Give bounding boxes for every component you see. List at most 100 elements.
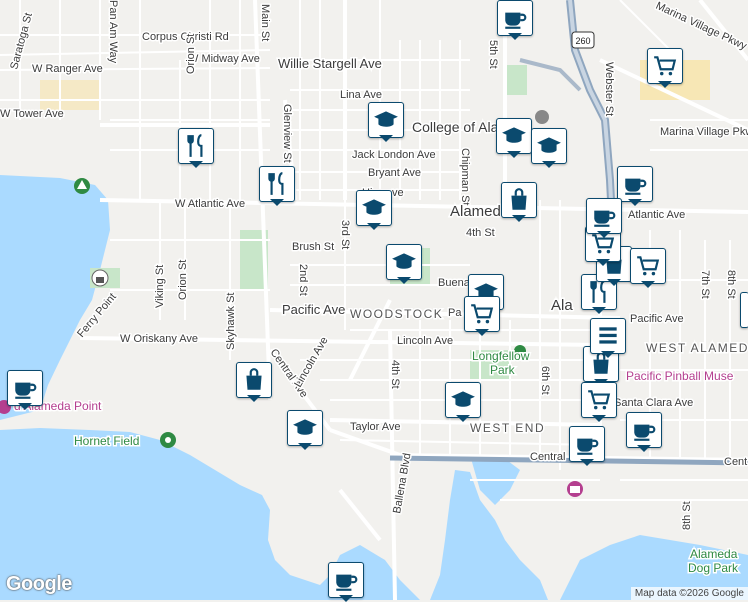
label-skyhawk: Skyhawk St — [225, 293, 237, 350]
school-marker[interactable] — [445, 382, 481, 422]
label-alameda2: Ala — [551, 297, 573, 314]
label-hornet-field: Hornet Field — [74, 434, 139, 448]
graduation-cap-icon — [293, 419, 317, 435]
label-atlantic-e: Atlantic Ave — [628, 209, 685, 221]
shopping-bag-icon — [246, 368, 262, 390]
coffee-cup-icon — [15, 382, 37, 399]
park-area-5 — [40, 80, 100, 110]
label-pacific-e: Pacific Ave — [630, 313, 684, 325]
label-tower: W Tower Ave — [0, 108, 64, 120]
school-marker[interactable] — [496, 118, 532, 158]
label-4th-top: 4th St — [466, 227, 495, 239]
label-stargell: Willie Stargell Ave — [278, 56, 382, 71]
label-santa-clara: Santa Clara Ave — [614, 397, 693, 409]
map-canvas[interactable]: 260 Corpus Christi Rd W Midway Ave Willi… — [0, 0, 748, 600]
label-lincoln-e: Lincoln Ave — [397, 335, 453, 347]
label-pinball: Pacific Pinball Muse — [626, 369, 734, 383]
grocery-cart-marker[interactable] — [581, 382, 617, 422]
cluster-marker[interactable] — [590, 318, 626, 358]
shopping-bag-marker[interactable] — [501, 182, 537, 222]
label-brush: Brush St — [292, 241, 334, 253]
label-west-end: WEST END — [470, 421, 545, 435]
shopping-cart-icon — [637, 256, 660, 276]
label-pacific-w: Pacific Ave — [282, 302, 345, 317]
graduation-cap-icon — [451, 391, 475, 407]
grocery-cart-marker[interactable] — [647, 48, 683, 88]
hornet-field-pin-icon[interactable] — [160, 432, 176, 448]
lock-pin-icon[interactable] — [91, 269, 109, 287]
graduation-cap-icon — [362, 199, 386, 215]
label-chipman: Chipman St — [459, 148, 471, 205]
label-taylor: Taylor Ave — [350, 421, 401, 433]
label-8th-top: 8th St — [725, 270, 737, 299]
label-midway: W Midway Ave — [188, 53, 260, 65]
park-area-3 — [505, 65, 527, 95]
label-central-e: Central — [530, 451, 565, 463]
college-pin-icon[interactable] — [535, 110, 549, 124]
cafe-marker[interactable] — [617, 166, 653, 206]
label-4th: 4th St — [389, 360, 401, 389]
svg-text:260: 260 — [575, 36, 590, 46]
label-pan-am: Pan Am Way — [107, 0, 119, 64]
label-pacific-frag: Pa — [448, 307, 462, 319]
label-central-far: Cent — [724, 456, 747, 468]
label-main: Main St — [259, 4, 271, 41]
grocery-list-icon — [599, 327, 617, 344]
label-2nd: 2nd St — [297, 264, 309, 296]
highway-shield-260: 260 — [571, 31, 595, 49]
label-viking: Viking St — [154, 265, 166, 308]
coffee-cup-icon — [577, 438, 599, 455]
cafe-marker[interactable] — [7, 370, 43, 410]
label-dog-park-1: Alameda — [690, 547, 738, 561]
coffee-cup-icon — [505, 12, 527, 29]
graduation-cap-icon — [537, 137, 561, 153]
shopping-bag-marker[interactable] — [236, 362, 272, 402]
label-longfellow-2: Park — [490, 363, 516, 377]
shopping-cart-icon — [654, 56, 677, 76]
school-marker[interactable] — [368, 102, 404, 142]
label-ranger: W Ranger Ave — [32, 63, 103, 75]
grocery-cart-marker[interactable] — [464, 296, 500, 336]
cafe-marker[interactable] — [497, 0, 533, 40]
graduation-cap-icon — [374, 111, 398, 127]
label-jack-london: Jack London Ave — [352, 149, 436, 161]
camera-pin-icon[interactable] — [567, 481, 583, 497]
restaurant-marker[interactable] — [178, 128, 214, 168]
label-buena: Buena — [438, 277, 471, 289]
label-marina-village-pkwy: Marina Village Pkwy — [660, 126, 748, 138]
cafe-marker[interactable] — [626, 412, 662, 452]
label-bryant: Bryant Ave — [368, 167, 421, 179]
cafe-marker[interactable] — [569, 426, 605, 466]
coffee-cup-icon — [336, 574, 358, 591]
label-dog-park-2: Dog Park — [688, 561, 739, 575]
fork-knife-icon — [187, 134, 203, 157]
cut-off-marker[interactable] — [740, 292, 748, 332]
label-longfellow-1: Longfellow — [472, 349, 530, 363]
coffee-cup-icon — [594, 210, 616, 227]
google-logo: Google — [6, 573, 72, 595]
school-marker[interactable] — [287, 410, 323, 450]
school-marker[interactable] — [356, 190, 392, 230]
shopping-cart-icon — [471, 304, 494, 324]
grocery-cart-marker[interactable] — [630, 248, 666, 288]
label-orion1: Orion St — [185, 34, 197, 74]
label-5th: 5th St — [487, 40, 499, 69]
fork-knife-icon — [268, 172, 284, 195]
cafe-marker[interactable] — [586, 198, 622, 238]
graduation-cap-icon — [392, 253, 416, 269]
label-w-atlantic: W Atlantic Ave — [175, 198, 245, 210]
label-orion2: Orion St — [177, 260, 189, 300]
label-woodstock: WOODSTOCK — [350, 307, 443, 321]
label-3rd: 3rd St — [339, 220, 351, 249]
school-marker[interactable] — [386, 244, 422, 284]
label-alameda: Alamed — [450, 203, 501, 220]
map-attribution[interactable]: Map data ©2026 Google — [630, 587, 748, 600]
school-marker[interactable] — [531, 128, 567, 168]
coffee-cup-icon — [634, 424, 656, 441]
label-lina: Lina Ave — [340, 89, 382, 101]
park-tree-icon[interactable] — [74, 178, 90, 194]
restaurant-marker[interactable] — [259, 166, 295, 206]
label-8th-bot: 8th St — [681, 501, 693, 530]
cafe-marker[interactable] — [328, 562, 364, 602]
label-ve: ve — [392, 187, 404, 199]
